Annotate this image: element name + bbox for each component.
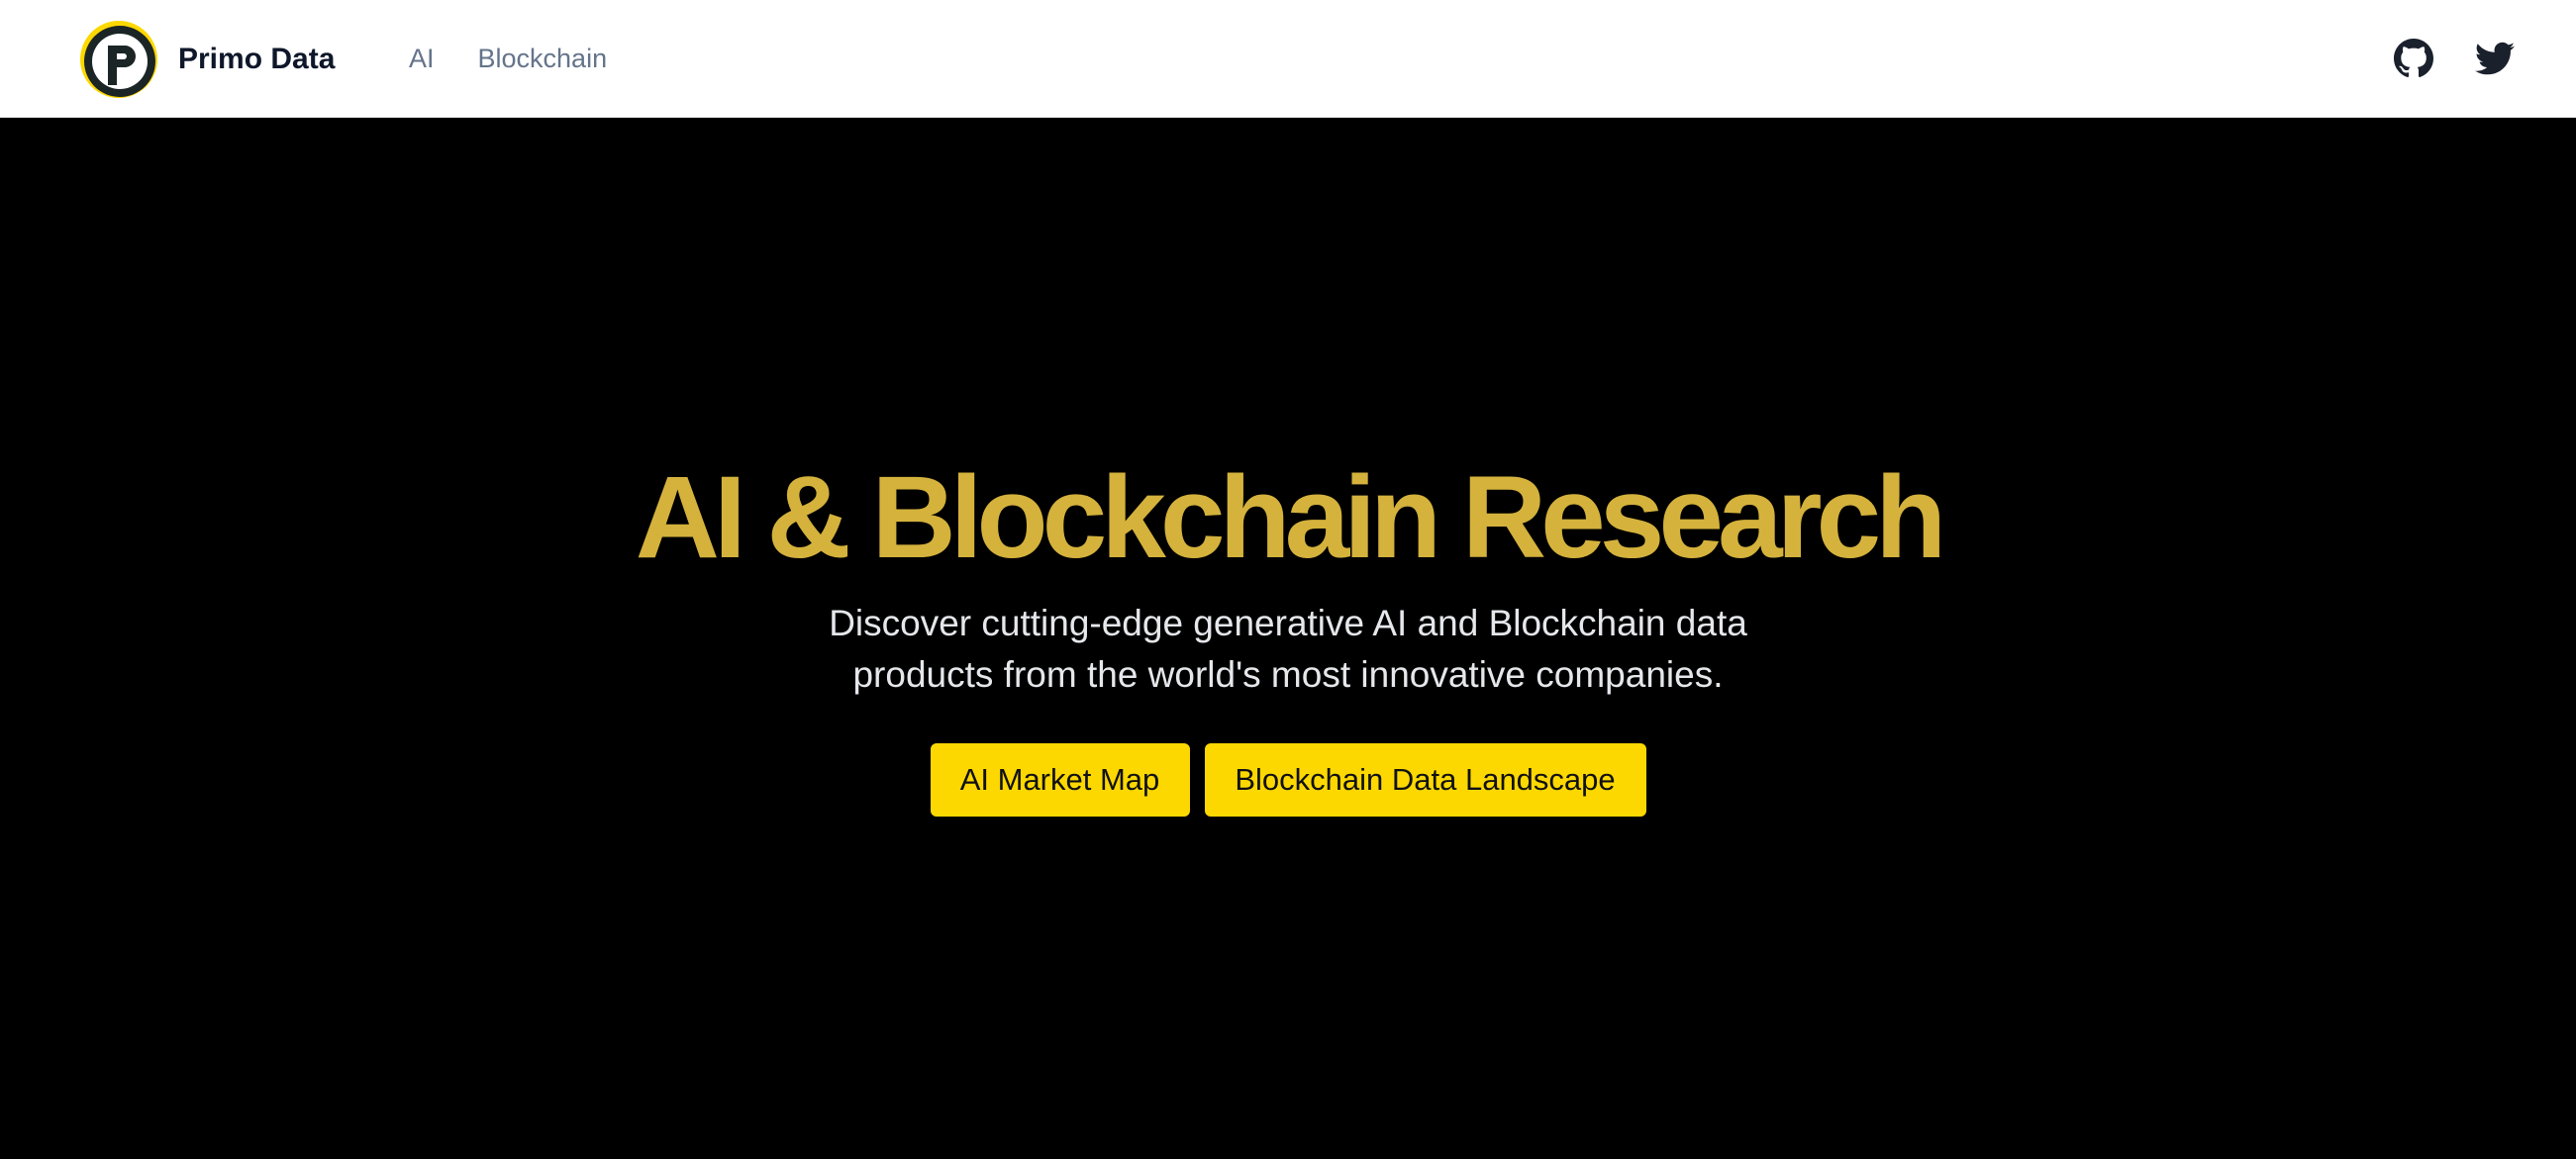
primo-logo-icon [80,21,157,98]
main-nav: AI Blockchain [409,0,650,117]
nav-link-ai[interactable]: AI [409,44,435,74]
twitter-icon [2475,42,2515,75]
blockchain-data-landscape-button[interactable]: Blockchain Data Landscape [1204,743,1646,817]
brand-home-link[interactable]: Primo Data [79,20,335,99]
cta-buttons: AI Market Map Blockchain Data Landscape [0,743,2576,817]
brand-name: Primo Data [178,43,336,75]
nav-link-blockchain[interactable]: Blockchain [478,44,608,74]
top-navbar: Primo Data AI Blockchain [0,0,2576,118]
hero-title: AI & Blockchain Research [635,452,1946,583]
hero-subtitle: Discover cutting-edge generative AI and … [829,603,1747,695]
github-link[interactable] [2392,37,2435,80]
ai-market-map-button[interactable]: AI Market Map [930,743,1190,817]
social-links [2354,0,2517,117]
twitter-link[interactable] [2473,37,2517,80]
github-icon [2394,39,2433,78]
hero-section: AI & Blockchain Research Discover cuttin… [0,118,2576,1159]
